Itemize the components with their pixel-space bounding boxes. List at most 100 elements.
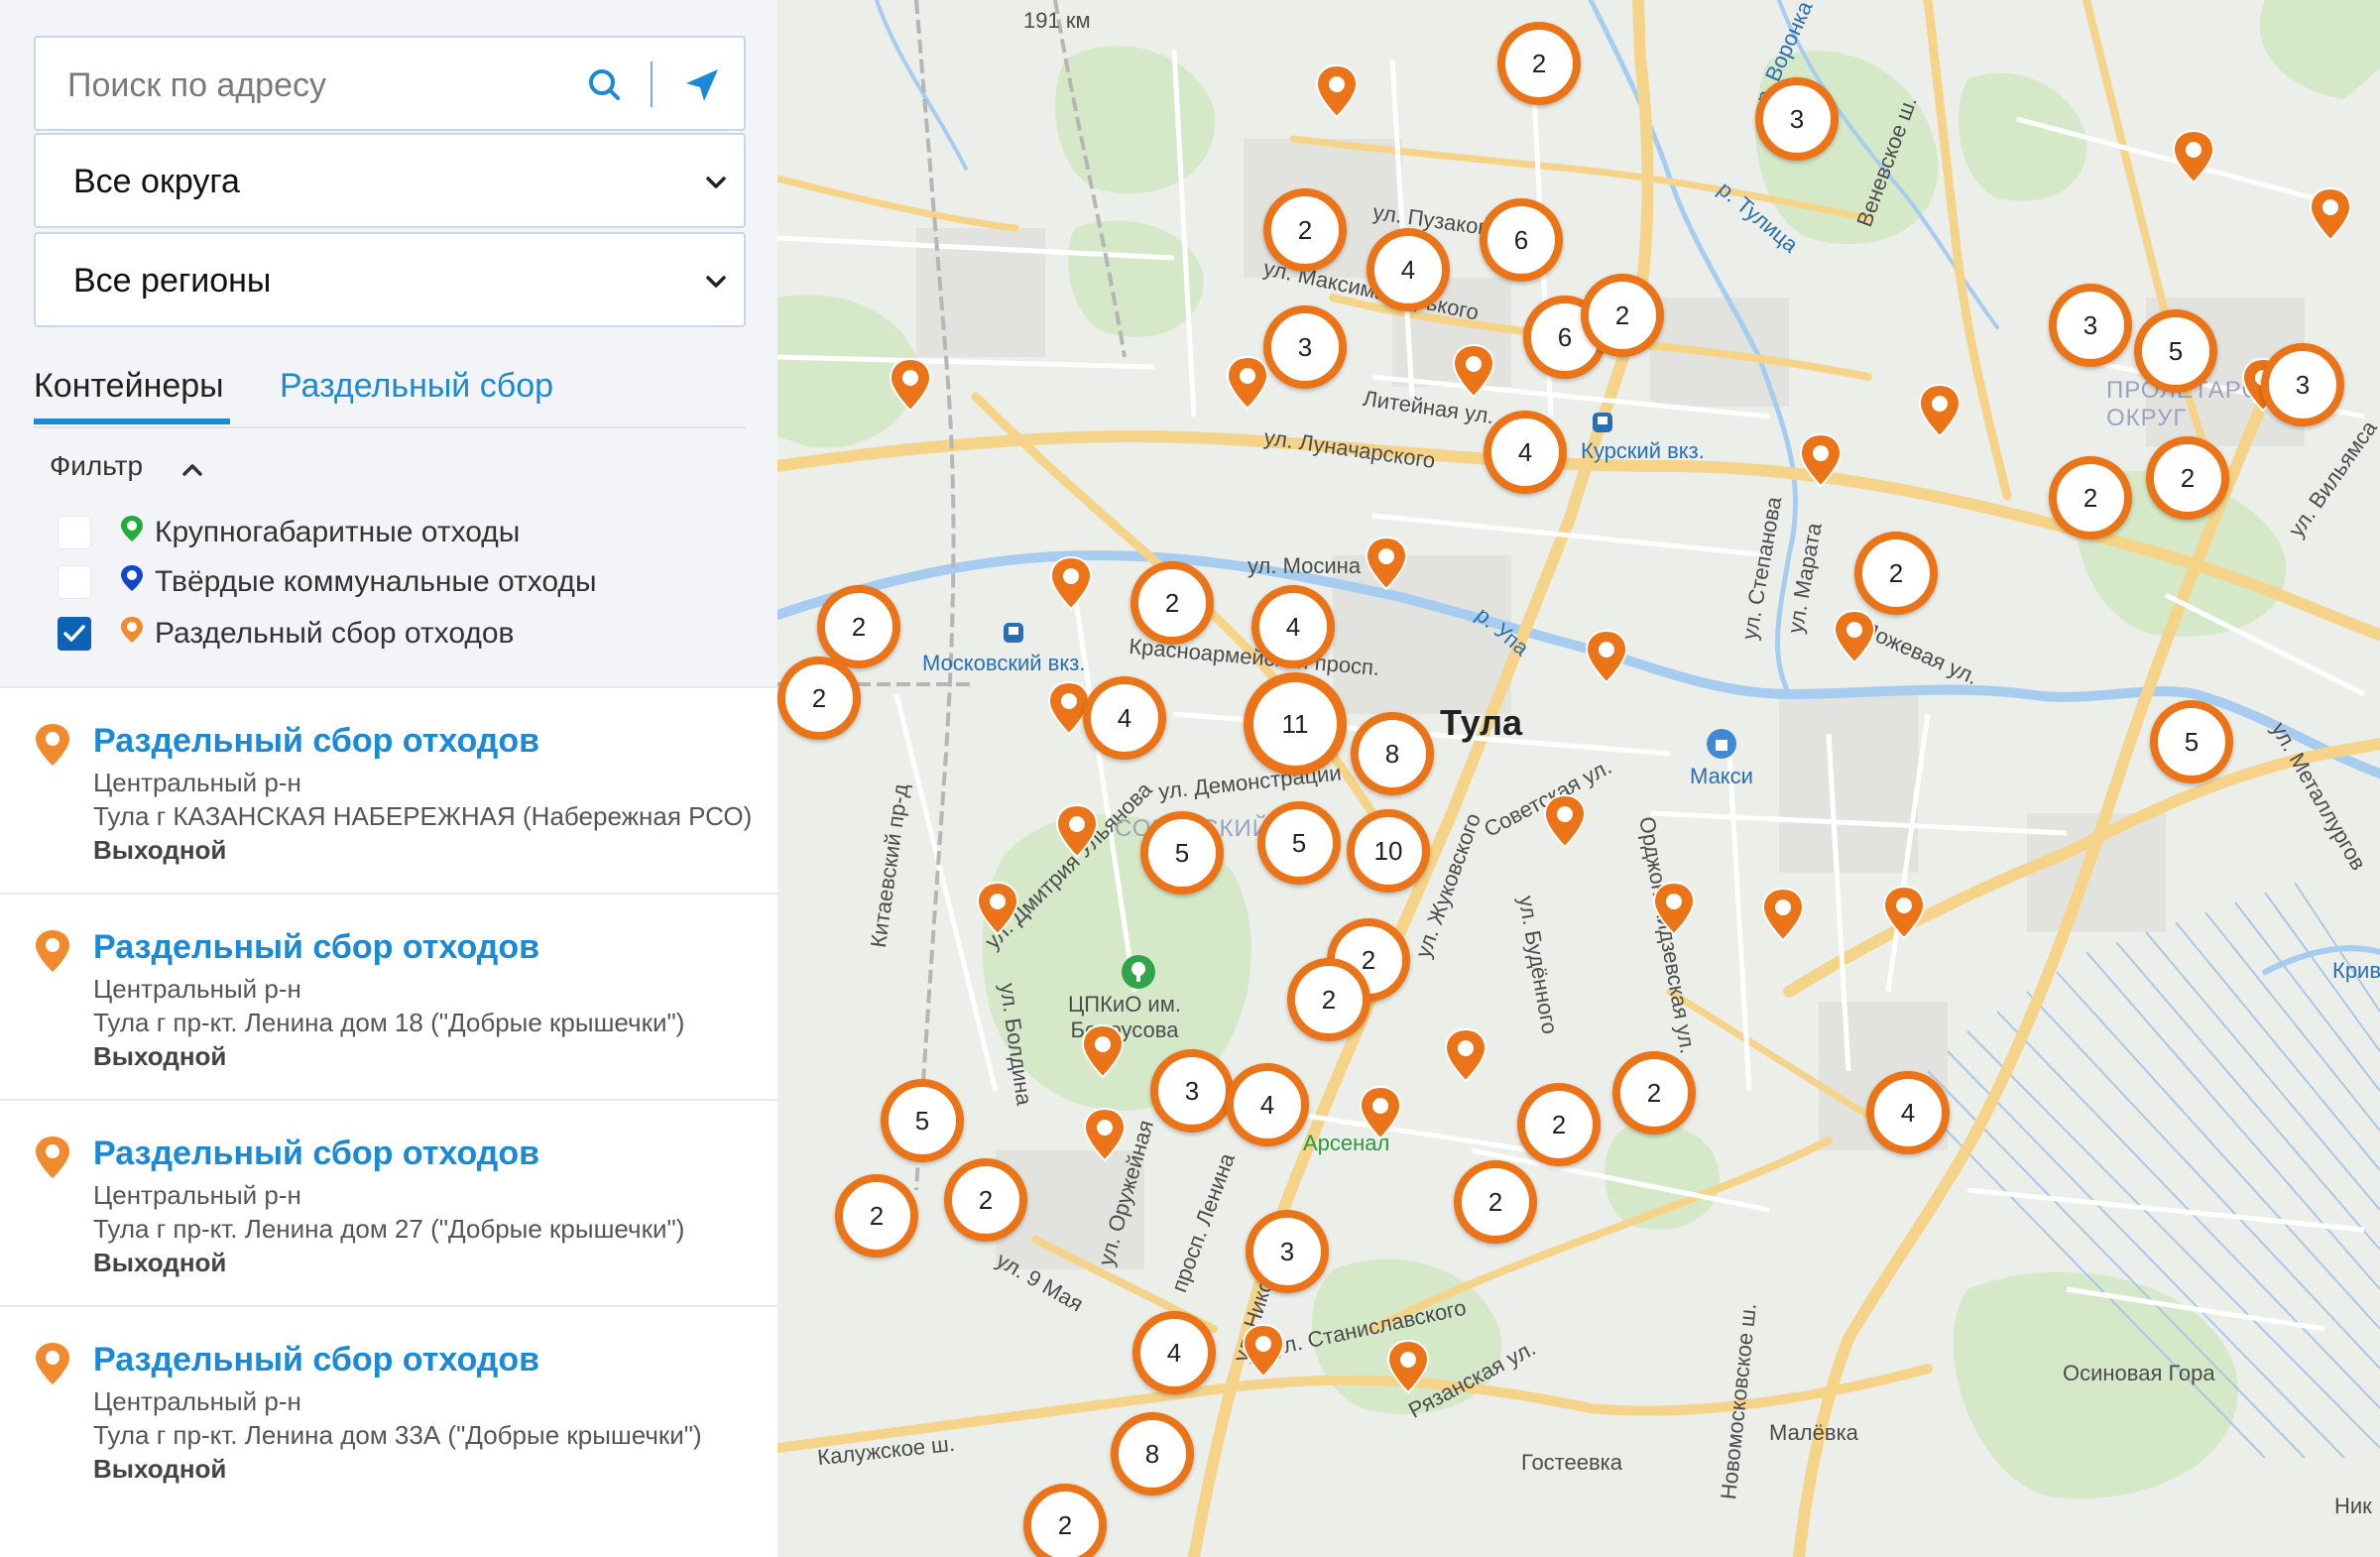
search-input[interactable] <box>65 60 585 111</box>
green-pin-icon <box>121 516 143 541</box>
checkbox-municipal-waste[interactable] <box>58 565 91 599</box>
geolocation-arrow-icon[interactable] <box>680 63 724 107</box>
waste-point-marker[interactable] <box>1314 63 1360 119</box>
cluster-marker[interactable]: 3 <box>1755 77 1839 161</box>
region-select[interactable]: Все регионы <box>34 232 746 327</box>
cluster-marker[interactable]: 4 <box>1367 228 1450 311</box>
checkbox-bulky-waste[interactable] <box>58 516 91 549</box>
result-title[interactable]: Раздельный сбор отходов <box>93 1341 539 1379</box>
cluster-marker[interactable]: 3 <box>1246 1210 1329 1293</box>
cluster-marker[interactable]: 2 <box>2049 456 2132 539</box>
cluster-marker[interactable]: 4 <box>1083 676 1166 760</box>
cluster-marker[interactable]: 2 <box>1287 958 1370 1041</box>
waste-point-marker[interactable] <box>1760 887 1806 942</box>
cluster-marker[interactable]: 2 <box>835 1174 918 1258</box>
waste-point-marker[interactable] <box>1054 803 1100 859</box>
cluster-marker[interactable]: 2 <box>1854 532 1938 615</box>
result-item[interactable]: Раздельный сбор отходов Центральный р-н … <box>0 686 777 893</box>
orange-pin-icon <box>36 1343 69 1384</box>
result-district: Центральный р-н <box>93 974 301 1004</box>
waste-point-marker[interactable] <box>975 881 1020 936</box>
result-title[interactable]: Раздельный сбор отходов <box>93 928 539 967</box>
cluster-marker[interactable]: 5 <box>881 1079 964 1162</box>
waste-point-marker[interactable] <box>1080 1023 1126 1079</box>
waste-point-marker[interactable] <box>1358 1085 1403 1140</box>
cluster-marker[interactable]: 2 <box>1517 1083 1601 1166</box>
railway-station-icon <box>1004 623 1023 643</box>
cluster-marker[interactable]: 5 <box>2150 700 2233 783</box>
cluster-marker[interactable]: 2 <box>1581 274 1664 357</box>
cluster-marker[interactable]: 4 <box>1132 1311 1216 1394</box>
cluster-marker[interactable]: 5 <box>1140 811 1224 895</box>
waste-point-marker[interactable] <box>888 357 933 413</box>
cluster-marker[interactable]: 5 <box>2134 309 2217 393</box>
checkbox-separate-waste[interactable] <box>58 617 91 651</box>
cluster-marker[interactable]: 11 <box>1244 672 1347 776</box>
waste-point-marker[interactable] <box>1241 1323 1286 1378</box>
cluster-marker[interactable]: 2 <box>1130 561 1214 645</box>
waste-point-marker[interactable] <box>1832 609 1877 664</box>
cluster-marker[interactable]: 4 <box>1226 1063 1309 1146</box>
tab-containers[interactable]: Контейнеры <box>34 367 224 406</box>
orange-pin-icon <box>36 1137 69 1178</box>
chevron-up-icon[interactable] <box>178 456 206 484</box>
cluster-marker[interactable]: 10 <box>1347 809 1430 893</box>
search-icon[interactable] <box>583 63 627 107</box>
district-select[interactable]: Все округа <box>34 133 746 228</box>
cluster-marker[interactable]: 2 <box>1023 1484 1107 1557</box>
waste-point-marker[interactable] <box>1082 1107 1128 1162</box>
map-canvas[interactable]: Тула 191 км ул. Пузакова ул. Максима Гор… <box>777 0 2380 1557</box>
result-status: Выходной <box>93 1041 227 1071</box>
waste-point-marker[interactable] <box>1225 355 1270 411</box>
waste-point-marker[interactable] <box>1584 629 1629 684</box>
tabs-bar: Контейнеры Раздельный сбор <box>34 361 746 428</box>
cluster-marker[interactable]: 8 <box>1111 1412 1194 1496</box>
waste-point-marker[interactable] <box>1451 343 1496 399</box>
cluster-marker[interactable]: 4 <box>1251 585 1335 668</box>
cluster-marker[interactable]: 3 <box>1150 1049 1234 1133</box>
waste-point-marker[interactable] <box>1798 432 1844 488</box>
waste-point-marker[interactable] <box>1881 885 1927 940</box>
result-address: Тула г пр-кт. Ленина дом 27 ("Добрые кры… <box>93 1214 685 1244</box>
shopping-bag-icon <box>1707 729 1736 759</box>
result-item[interactable]: Раздельный сбор отходов Центральный р-н … <box>0 1099 777 1305</box>
waste-point-marker[interactable] <box>1364 536 1409 591</box>
cluster-marker[interactable]: 2 <box>777 657 861 740</box>
cluster-marker[interactable]: 5 <box>1257 801 1341 885</box>
cluster-marker[interactable]: 3 <box>2049 284 2132 367</box>
tab-separate-collection[interactable]: Раздельный сбор <box>280 367 553 406</box>
cluster-marker[interactable]: 2 <box>817 585 900 668</box>
result-item[interactable]: Раздельный сбор отходов Центральный р-н … <box>0 1305 777 1511</box>
filter-toggle[interactable]: Фильтр <box>50 450 143 482</box>
waste-point-marker[interactable] <box>1542 793 1588 849</box>
railway-station-icon <box>1593 413 1612 432</box>
orange-pin-icon <box>36 724 69 766</box>
result-address: Тула г пр-кт. Ленина дом 18 ("Добрые кры… <box>93 1008 685 1037</box>
cluster-marker[interactable]: 6 <box>1480 198 1563 282</box>
waste-point-marker[interactable] <box>1651 881 1697 936</box>
waste-point-marker[interactable] <box>1048 555 1094 611</box>
cluster-marker[interactable]: 2 <box>1454 1160 1537 1244</box>
search-box <box>34 36 746 131</box>
cluster-marker[interactable]: 8 <box>1351 712 1434 795</box>
cluster-marker[interactable]: 3 <box>1263 305 1347 389</box>
cluster-marker[interactable]: 2 <box>1497 22 1581 105</box>
waste-point-marker[interactable] <box>2171 129 2216 184</box>
waste-point-marker[interactable] <box>1385 1339 1431 1394</box>
cluster-marker[interactable]: 4 <box>1866 1071 1950 1154</box>
cluster-marker[interactable]: 2 <box>944 1158 1027 1242</box>
waste-point-marker[interactable] <box>1443 1027 1488 1083</box>
cluster-marker[interactable]: 2 <box>1263 188 1347 272</box>
result-item[interactable]: Раздельный сбор отходов Центральный р-н … <box>0 893 777 1099</box>
map-label: 191 км <box>1023 8 1091 33</box>
cluster-marker[interactable]: 3 <box>2261 343 2344 426</box>
cluster-marker[interactable]: 2 <box>1612 1051 1696 1135</box>
waste-point-marker[interactable] <box>2308 186 2353 242</box>
map-label: Осиновая Гора <box>2063 1361 2215 1385</box>
result-title[interactable]: Раздельный сбор отходов <box>93 722 539 761</box>
map-label: Ник <box>2334 1494 2372 1518</box>
waste-point-marker[interactable] <box>1917 383 1963 438</box>
result-title[interactable]: Раздельный сбор отходов <box>93 1135 539 1173</box>
cluster-marker[interactable]: 2 <box>2146 436 2229 520</box>
cluster-marker[interactable]: 4 <box>1484 411 1567 494</box>
